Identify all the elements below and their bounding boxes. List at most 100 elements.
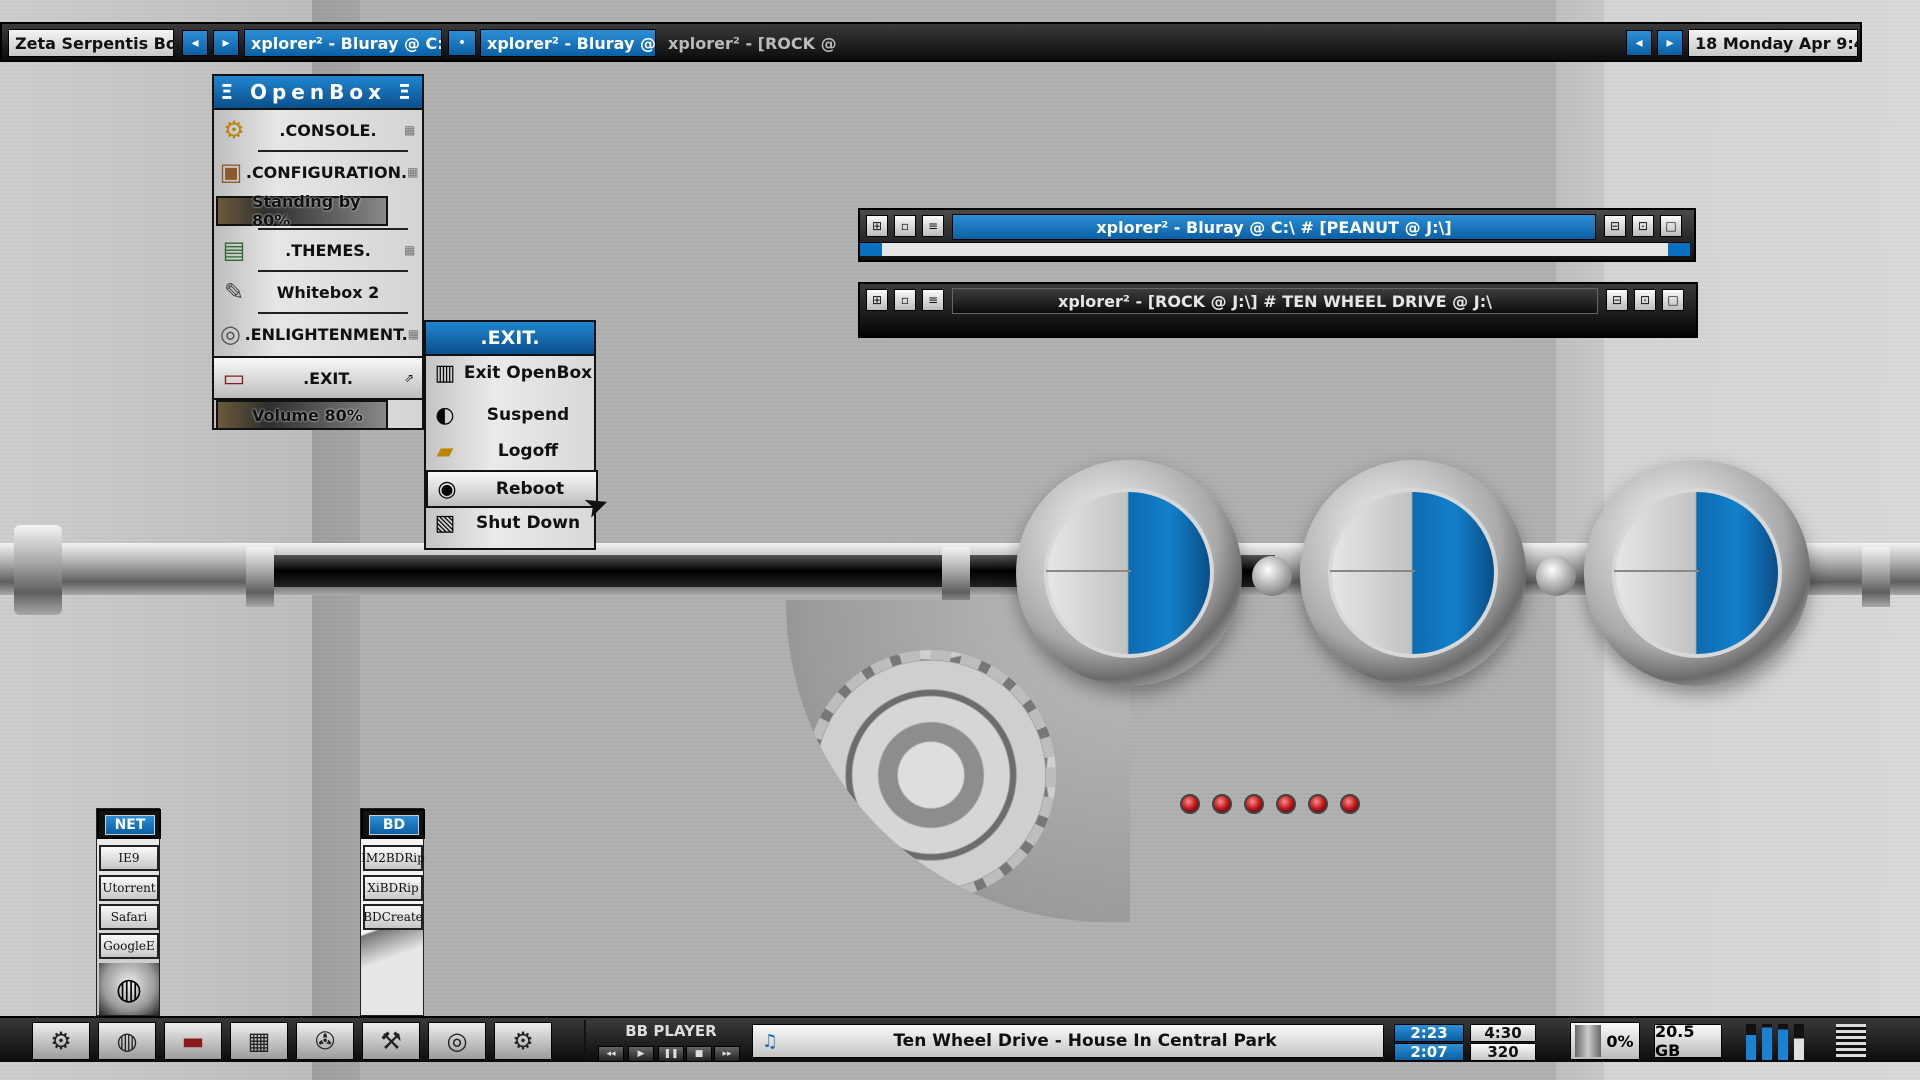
launch-bdcreate-button[interactable]: BDCreate (363, 904, 423, 930)
menu-item-exit-openbox[interactable]: ▥ Exit OpenBox (426, 356, 594, 390)
bolt (1536, 556, 1576, 596)
launch-im2bdrip-button[interactable]: IM2BDRip (361, 845, 425, 871)
window-handle[interactable] (860, 242, 1690, 256)
control-panel-icon[interactable]: ▦ (230, 1022, 288, 1060)
fast-forward-button[interactable]: ▸▸ (714, 1046, 740, 1062)
submenu-indicator-icon: ▦ (407, 165, 419, 179)
menu-item-label: Reboot (495, 479, 565, 499)
clock[interactable]: 18 Monday Apr 9:48 (1688, 29, 1858, 57)
volume-meter[interactable]: 0% (1570, 1022, 1640, 1060)
slider-label: Standing by 80% (252, 192, 361, 230)
volume-slider[interactable]: Volume 80% (216, 400, 388, 430)
window-title[interactable]: xplorer² - [ROCK @ J:\] # TEN WHEEL DRIV… (952, 288, 1598, 314)
launch-safari-button[interactable]: Safari (99, 904, 159, 930)
window-stick-button[interactable]: ≡ (922, 215, 944, 237)
remaining-time: 2:07 (1394, 1043, 1464, 1061)
themes-icon: ▤ (222, 236, 246, 264)
menu-item-shutdown[interactable]: ▧ Shut Down (426, 506, 594, 540)
menu-item-label: .EXIT. (303, 368, 353, 388)
bd-launcher-header: BD (361, 809, 425, 839)
arrow-right-icon: ▸ (222, 35, 230, 51)
launch-google-earth-button[interactable]: GoogleE (99, 933, 159, 959)
task-button[interactable]: xplorer² - Bluray @ ... (480, 29, 656, 57)
film-reel-icon[interactable]: ✇ (296, 1022, 354, 1060)
menu-item-console[interactable]: ⚙ .CONSOLE. ▦ (214, 110, 422, 150)
menu-item-exit[interactable]: ▭ .EXIT. ⇗ (214, 356, 422, 400)
submenu-indicator-icon: ▦ (407, 327, 420, 341)
gauge-face (1328, 488, 1498, 658)
cpu-meter (1744, 1024, 1814, 1060)
explorer-window-rock[interactable]: ⊞ ▫ ≡ xplorer² - [ROCK @ J:\] # TEN WHEE… (858, 282, 1698, 338)
red-led (1340, 794, 1360, 814)
menu-item-logoff[interactable]: ▰ Logoff (426, 434, 594, 468)
menu-item-label: Suspend (486, 405, 570, 425)
pause-button[interactable]: ❚❚ (658, 1046, 684, 1062)
stop-button[interactable]: ■ (686, 1046, 712, 1062)
settings-gear-icon[interactable]: ⚙ (32, 1022, 90, 1060)
bolt (1252, 556, 1292, 596)
cpu-bar (1746, 1024, 1756, 1060)
now-playing-display[interactable]: ♫ Ten Wheel Drive - House In Central Par… (752, 1024, 1384, 1058)
minimize-button[interactable]: ⊟ (1606, 289, 1628, 311)
reboot-icon: ◉ (437, 476, 457, 502)
elapsed-time: 2:23 (1394, 1024, 1464, 1042)
globe-icon[interactable]: ◍ (98, 1022, 156, 1060)
maximize-button[interactable]: ⊡ (1634, 289, 1656, 311)
menu-item-label: Exit OpenBox (463, 363, 593, 383)
window-shade-button[interactable]: ▫ (894, 289, 916, 311)
menu-item-reboot[interactable]: ◉ Reboot (426, 470, 598, 508)
pipe-coupling (246, 547, 274, 607)
menu-item-configuration[interactable]: ▣ .CONFIGURATION. ▦ (214, 152, 422, 192)
next-workspace-button[interactable]: ▸ (213, 30, 239, 56)
close-button[interactable]: □ (1662, 289, 1684, 311)
exit-submenu: .EXIT. ▥ Exit OpenBox ◐ Suspend ▰ Logoff… (424, 320, 598, 550)
net-launcher-header: NET (97, 809, 161, 839)
pipe-coupling (14, 525, 62, 615)
tools-icon[interactable]: ⚒ (362, 1022, 420, 1060)
window-title[interactable]: xplorer² - Bluray @ C:\ # [PEANUT @ J:\] (952, 214, 1596, 240)
task-iconify-button[interactable]: • (448, 30, 476, 56)
launch-xibdrip-button[interactable]: XiBDRip (363, 875, 423, 901)
track-title: Ten Wheel Drive - House In Central Park (893, 1031, 1277, 1051)
task-button[interactable]: xplorer² - [ROCK @ ... (662, 29, 842, 57)
prev-task-button[interactable]: ◂ (1626, 30, 1652, 56)
menu-item-whitebox[interactable]: ✎ Whitebox 2 (214, 272, 422, 312)
menu-item-suspend[interactable]: ◐ Suspend (426, 398, 594, 432)
launch-utorrent-button[interactable]: Utorrent (99, 875, 159, 901)
red-led (1244, 794, 1264, 814)
menu-lines-icon[interactable] (1836, 1024, 1866, 1058)
player-controls: BB PLAYER ◂◂ ▶ ❚❚ ■ ▸▸ (584, 1020, 754, 1062)
red-led (1276, 794, 1296, 814)
launch-ie9-button[interactable]: IE9 (99, 845, 159, 871)
suspend-icon: ◐ (435, 402, 455, 428)
submenu-indicator-icon: ▦ (404, 243, 416, 257)
window-shade-button[interactable]: ▫ (894, 215, 916, 237)
package-icon: ▣ (219, 158, 243, 186)
terminal-icon[interactable]: ▬ (164, 1022, 222, 1060)
disc-icon[interactable]: ◎ (428, 1022, 486, 1060)
prev-workspace-button[interactable]: ◂ (182, 30, 208, 56)
task-manager-icon[interactable]: ⚙ (494, 1022, 552, 1060)
close-button[interactable]: □ (1660, 215, 1682, 237)
pipe-coupling (1862, 547, 1890, 607)
task-button[interactable]: xplorer² - Bluray @ C:... (244, 29, 442, 57)
window-menu-button[interactable]: ⊞ (866, 289, 888, 311)
minimize-button[interactable]: ⊟ (1604, 215, 1626, 237)
music-note-icon: ♫ (761, 1030, 779, 1052)
maximize-button[interactable]: ⊡ (1632, 215, 1654, 237)
rewind-button[interactable]: ◂◂ (598, 1046, 624, 1062)
gauge-face (1044, 488, 1214, 658)
net-launcher: NET IE9 Utorrent Safari GoogleE ◍ (96, 808, 161, 1016)
menu-item-label: Whitebox 2 (276, 282, 380, 302)
window-menu-button[interactable]: ⊞ (866, 215, 888, 237)
menu-item-enlightenment[interactable]: ◎ .ENLIGHTENMENT. ▦ (214, 314, 422, 354)
play-button[interactable]: ▶ (628, 1046, 654, 1062)
standby-slider[interactable]: Standing by 80% (216, 192, 388, 230)
workspace-name[interactable]: Zeta Serpentis Box (8, 29, 174, 57)
bd-launcher-title: BD (369, 815, 419, 835)
pipe-coupling (942, 547, 970, 607)
menu-item-themes[interactable]: ▤ .THEMES. ▦ (214, 230, 422, 270)
explorer-window-bluray[interactable]: ⊞ ▫ ≡ xplorer² - Bluray @ C:\ # [PEANUT … (858, 208, 1696, 262)
window-stick-button[interactable]: ≡ (922, 289, 944, 311)
next-task-button[interactable]: ▸ (1657, 30, 1683, 56)
